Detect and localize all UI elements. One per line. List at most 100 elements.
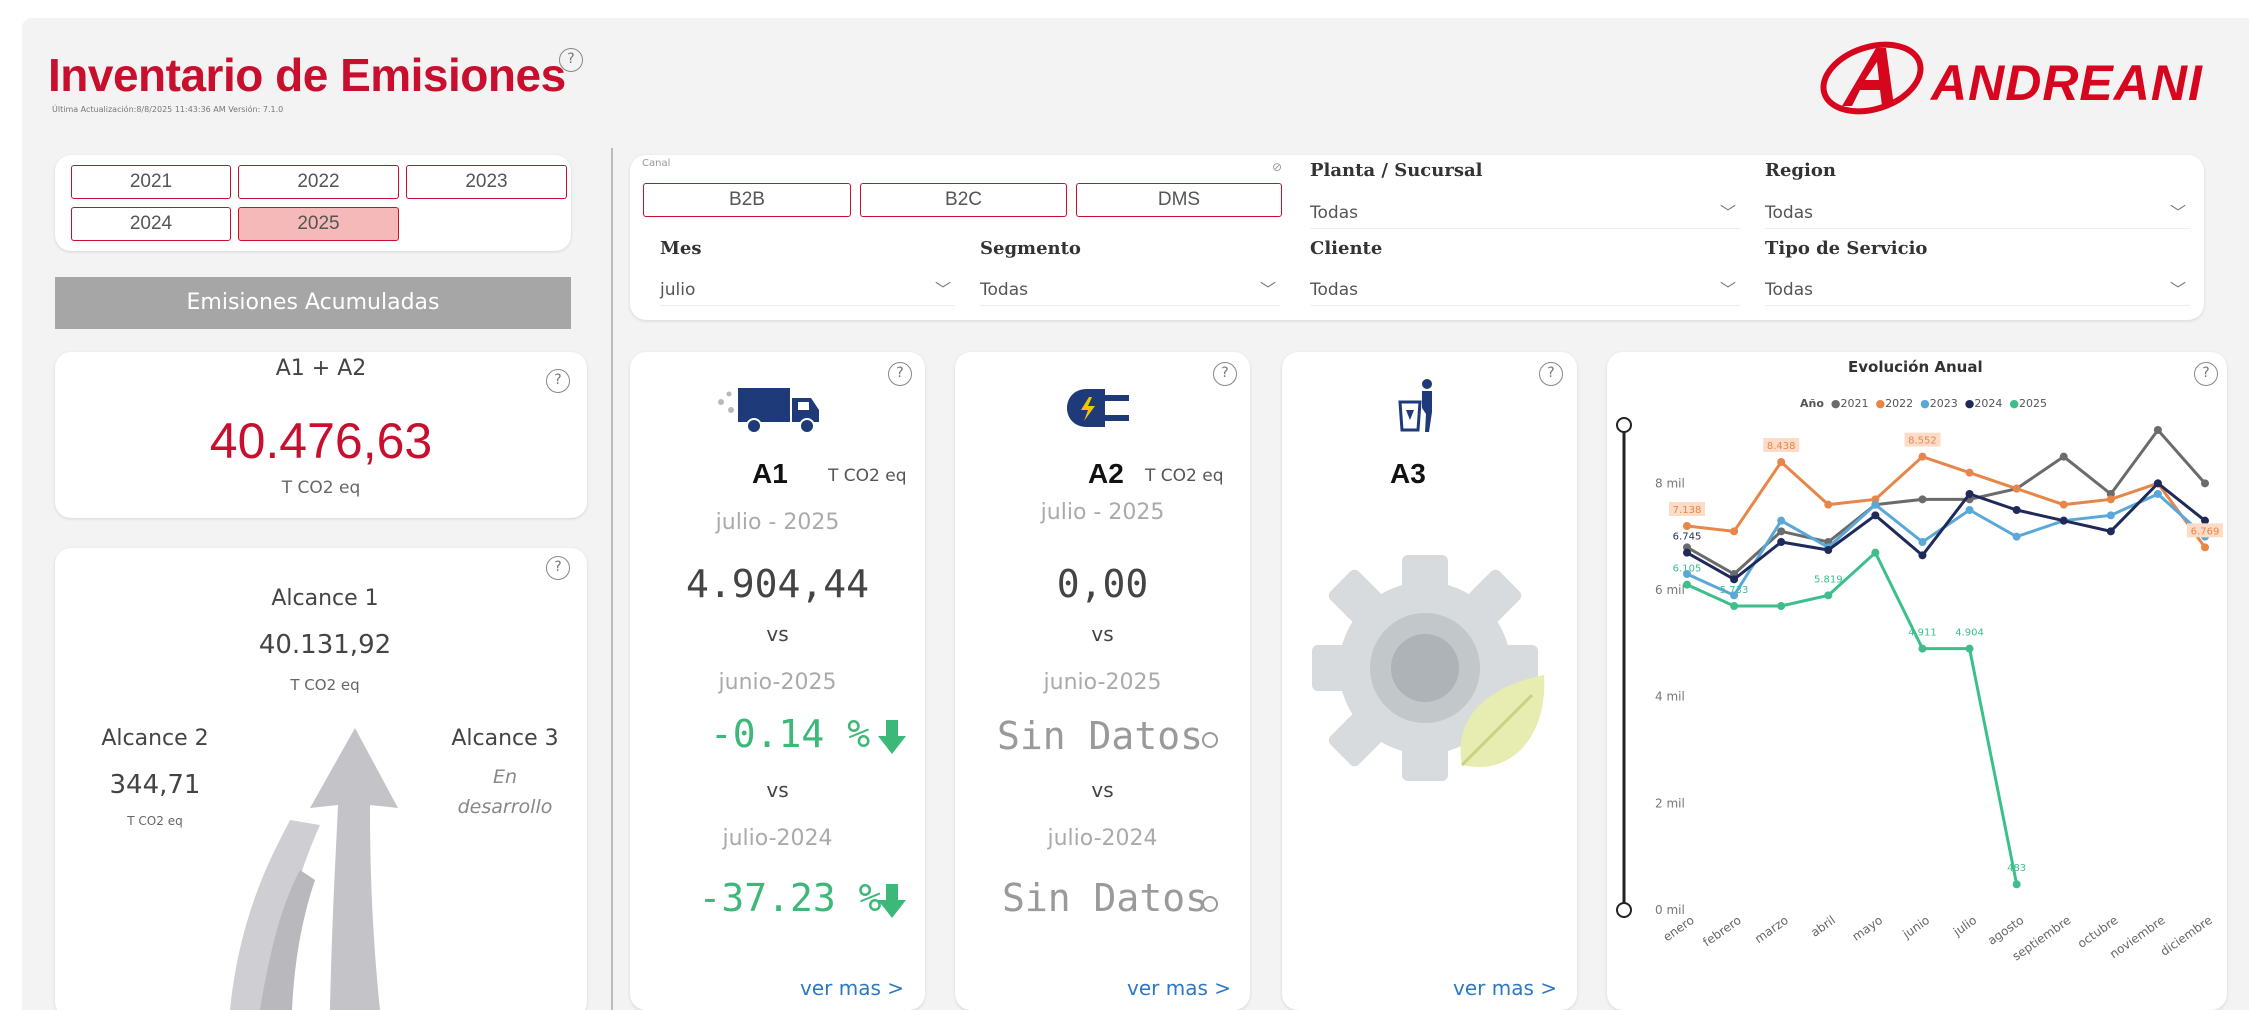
- no-data-icon: [1202, 896, 1218, 912]
- card-a2-vs-year: vs: [1091, 778, 1114, 802]
- data-point-2022: [1918, 452, 1927, 461]
- no-data-icon: [1202, 732, 1218, 748]
- alcance2-value: 344,71: [109, 770, 201, 800]
- data-point-2023: [2012, 532, 2021, 541]
- series-line-2025: [1686, 550, 2019, 885]
- data-label-2025: 483: [2007, 863, 2026, 874]
- card-a2-pct-year: Sin Datos: [1002, 876, 1208, 920]
- card-a1-unit: T CO2 eq: [828, 466, 907, 486]
- help-icon[interactable]: ?: [1213, 362, 1237, 386]
- data-point-2025: [1777, 602, 1786, 610]
- data-label-2022: 6.769: [2191, 526, 2220, 537]
- legend: Año ●2021 ●2022 ●2023 ●2024 ●2025: [1800, 397, 2047, 410]
- x-tick-label-febrero: febrero: [1700, 913, 1743, 949]
- legend-2024: 2024: [1974, 397, 2003, 410]
- help-icon[interactable]: ?: [2194, 362, 2218, 386]
- card-a2-prev-year: julio-2024: [1047, 826, 1158, 851]
- x-tick-label-diciembre: diciembre: [2158, 913, 2215, 959]
- help-icon[interactable]: ?: [559, 48, 583, 72]
- range-slider-handle: [1616, 417, 1632, 433]
- data-point-2023: [1871, 500, 1880, 509]
- data-point-2023: [1965, 506, 1974, 514]
- card-a1-prev-year: julio-2024: [722, 826, 833, 851]
- legend-2023: 2023: [1929, 397, 1958, 410]
- data-point-2022: [1824, 500, 1833, 509]
- x-tick-label-junio: junio: [1899, 913, 1932, 942]
- data-label-2024: 6.745: [1673, 532, 1702, 543]
- canal-label: Canal: [642, 158, 671, 169]
- mes-dropdown[interactable]: julio ﹀: [660, 274, 955, 306]
- tipo-servicio-value: Todas: [1765, 280, 1813, 300]
- segmento-value: Todas: [980, 280, 1028, 300]
- legend-marker: ●: [1830, 397, 1841, 410]
- planta-dropdown[interactable]: Todas ﹀: [1310, 197, 1740, 229]
- card-a1-vs: vs: [766, 622, 789, 646]
- data-point-2024: [1730, 575, 1739, 584]
- data-point-2024: [1683, 548, 1691, 557]
- alcance1-unit: T CO2 eq: [290, 676, 360, 694]
- year-button-2025[interactable]: 2025: [238, 207, 399, 241]
- year-button-2023[interactable]: 2023: [406, 165, 567, 199]
- data-point-2024: [1824, 546, 1833, 554]
- legend-marker: ●: [1920, 397, 1930, 410]
- data-point-2024: [1918, 551, 1927, 560]
- canal-button-b2c[interactable]: B2C: [860, 183, 1067, 217]
- last-update-text: Última Actualización:8/8/2025 11:43:36 A…: [52, 105, 284, 114]
- divider: [611, 148, 613, 1010]
- help-icon[interactable]: ?: [1539, 362, 1563, 386]
- help-icon[interactable]: ?: [546, 369, 570, 393]
- data-label-2022: 8.438: [1767, 441, 1796, 452]
- year-button-2022[interactable]: 2022: [238, 165, 399, 199]
- chevron-down-icon: ﹀: [934, 280, 951, 299]
- x-tick-label-abril: abril: [1808, 913, 1838, 940]
- data-point-2024: [2106, 527, 2115, 536]
- arrow-down-icon: [878, 884, 906, 918]
- clear-filter-icon[interactable]: ⊘: [1272, 160, 1282, 174]
- card-a2-ver-mas-link[interactable]: ver mas >: [1127, 976, 1231, 1000]
- legend-2022: 2022: [1885, 397, 1914, 410]
- chevron-down-icon: ﹀: [1719, 280, 1736, 299]
- alcance1-value: 40.131,92: [258, 630, 392, 660]
- data-point-2024: [2059, 516, 2068, 525]
- legend-2021: 2021: [1840, 397, 1869, 410]
- arrow-down-icon: [878, 720, 906, 754]
- region-dropdown[interactable]: Todas ﹀: [1765, 197, 2190, 229]
- chevron-down-icon: ﹀: [2169, 203, 2186, 222]
- year-button-2024[interactable]: 2024: [71, 207, 231, 241]
- help-icon[interactable]: ?: [888, 362, 912, 386]
- data-point-2025: [1965, 644, 1974, 653]
- card-a1-vs-year: vs: [766, 778, 789, 802]
- data-point-2022: [1777, 458, 1786, 466]
- card-a1-ver-mas-link[interactable]: ver mas >: [800, 976, 904, 1000]
- year-button-2021[interactable]: 2021: [71, 165, 231, 199]
- data-point-2025: [1683, 580, 1691, 589]
- help-icon[interactable]: ?: [546, 556, 570, 580]
- y-tick-label: 6 mil: [1655, 583, 1685, 597]
- data-point-2022: [2012, 484, 2021, 493]
- data-point-2025: [1730, 602, 1739, 610]
- x-tick-label-agosto: agosto: [1985, 913, 2026, 948]
- y-tick-label: 8 mil: [1655, 476, 1685, 490]
- data-point-2024: [1777, 538, 1786, 546]
- canal-button-b2b[interactable]: B2B: [643, 183, 851, 217]
- cliente-dropdown[interactable]: Todas ﹀: [1310, 274, 1740, 306]
- region-value: Todas: [1765, 203, 1813, 223]
- chevron-down-icon: ﹀: [2169, 280, 2186, 299]
- legend-marker: ●: [2009, 397, 2019, 410]
- card-a1-title: A1: [752, 458, 788, 489]
- card-a3-ver-mas-link[interactable]: ver mas >: [1453, 976, 1557, 1000]
- data-label-2025: 6.105: [1673, 564, 1702, 575]
- data-point-2021: [1777, 527, 1786, 536]
- arrows-icon: [230, 728, 398, 1010]
- emisiones-acumuladas-header: Emisiones Acumuladas: [55, 277, 571, 329]
- alcance2-label: Alcance 2: [101, 726, 209, 751]
- tipo-servicio-dropdown[interactable]: Todas ﹀: [1765, 274, 2190, 306]
- canal-button-dms[interactable]: DMS: [1076, 183, 1282, 217]
- data-point-2022: [2106, 495, 2115, 504]
- tipo-servicio-label: Tipo de Servicio: [1765, 238, 1928, 259]
- y-tick-label: 0 mil: [1655, 903, 1685, 917]
- data-point-2025: [1824, 591, 1833, 600]
- segmento-dropdown[interactable]: Todas ﹀: [980, 274, 1280, 306]
- page-title: Inventario de Emisiones: [48, 49, 566, 101]
- cliente-label: Cliente: [1310, 238, 1383, 259]
